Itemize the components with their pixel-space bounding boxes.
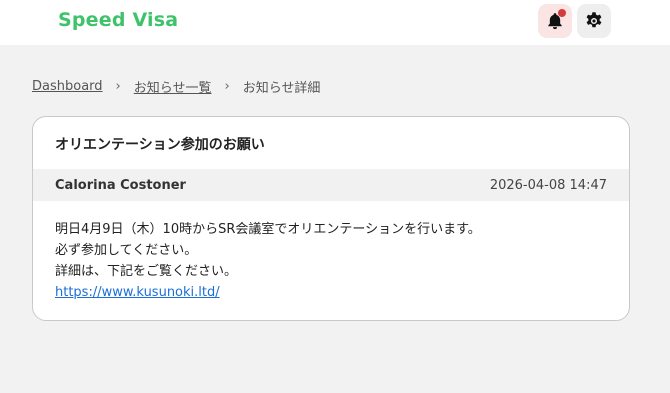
breadcrumb-current-page: お知らせ詳細 bbox=[242, 81, 321, 96]
breadcrumb-separator: › bbox=[224, 79, 230, 94]
notice-body-line: 明日4月9日（木）10時からSR会議室でオリエンテーションを行います。 bbox=[55, 222, 481, 237]
breadcrumb-notice-list-link[interactable]: お知らせ一覧 bbox=[134, 77, 212, 96]
notice-body-line: 必ず参加してください。 bbox=[55, 243, 198, 258]
notice-detail-link[interactable]: https://www.kusunoki.ltd/ bbox=[55, 285, 220, 300]
gear-icon bbox=[586, 12, 602, 28]
notice-title: オリエンテーション参加のお願い bbox=[55, 137, 265, 153]
notice-timestamp: 2026-04-08 14:47 bbox=[489, 178, 607, 193]
breadcrumb: Dashboard › お知らせ一覧 › お知らせ詳細 bbox=[32, 77, 320, 96]
settings-button[interactable] bbox=[577, 4, 611, 38]
top-navbar: Speed Visa bbox=[0, 0, 670, 45]
notice-meta-row: Calorina Costoner 2026-04-08 14:47 bbox=[33, 169, 629, 201]
notification-badge bbox=[558, 9, 566, 17]
notice-body: 明日4月9日（木）10時からSR会議室でオリエンテーションを行います。 必ず参加… bbox=[55, 219, 481, 303]
brand-logo-text[interactable]: Speed Visa bbox=[58, 9, 178, 31]
notice-detail-card: オリエンテーション参加のお願い Calorina Costoner 2026-0… bbox=[32, 116, 630, 321]
notifications-button[interactable] bbox=[538, 4, 572, 38]
breadcrumb-separator: › bbox=[115, 79, 121, 94]
notice-author: Calorina Costoner bbox=[55, 178, 186, 193]
breadcrumb-dashboard-link[interactable]: Dashboard bbox=[32, 79, 103, 94]
notice-body-line: 詳細は、下記をご覧ください。 bbox=[55, 264, 238, 279]
